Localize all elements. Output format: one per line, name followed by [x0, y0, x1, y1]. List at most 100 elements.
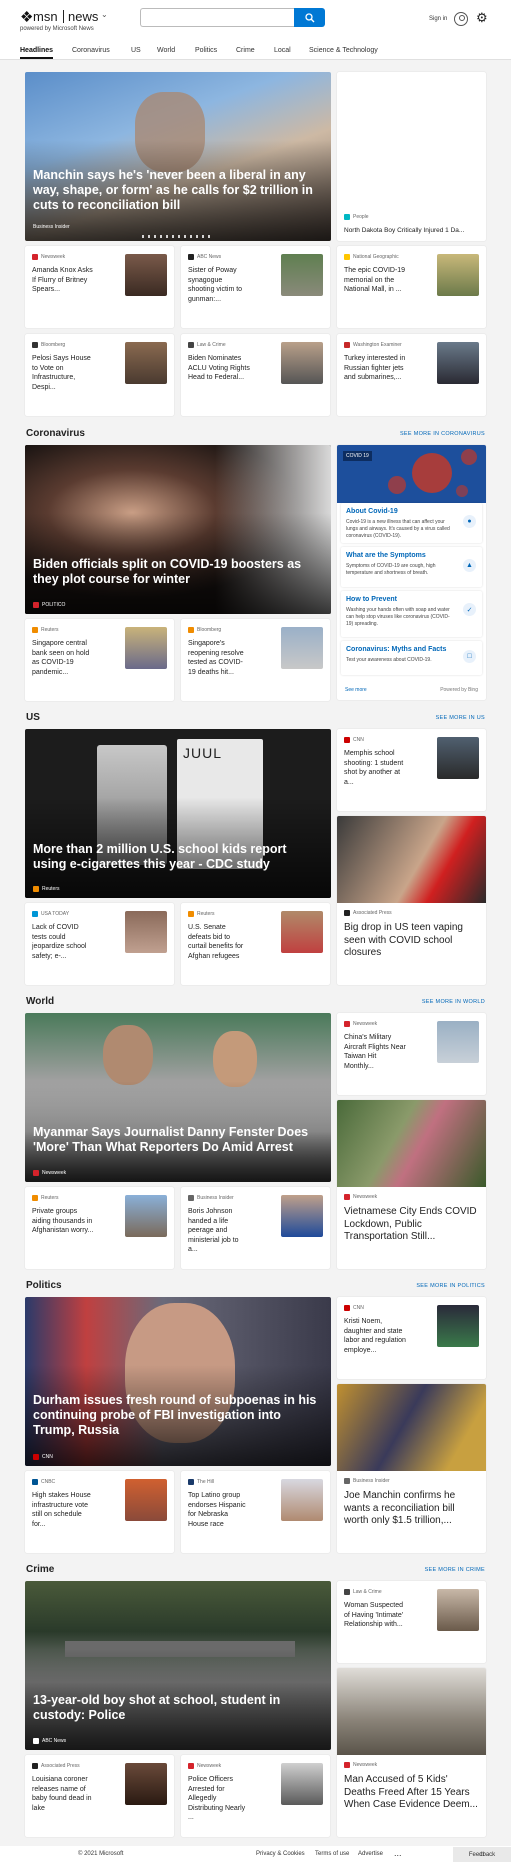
see-more-us-link[interactable]: SEE MORE IN US	[436, 715, 485, 721]
big-news-card[interactable]: Newsweek Vietnamese City Ends COVID Lock…	[337, 1100, 486, 1269]
tab-coronavirus[interactable]: Coronavirus	[72, 47, 110, 54]
business-insider-logo-icon	[188, 1195, 194, 1201]
more-options-icon[interactable]: ...	[394, 1848, 402, 1858]
card-source: Reuters	[41, 1195, 59, 1201]
politico-logo-icon	[33, 602, 39, 608]
hero-title[interactable]: Durham issues fresh round of subpoenas i…	[33, 1393, 321, 1438]
news-card[interactable]: Bloomberg Singapore's reopening resolve …	[181, 619, 330, 701]
privacy-link[interactable]: Privacy & Cookies	[256, 1851, 305, 1857]
see-more-politics-link[interactable]: SEE MORE IN POLITICS	[416, 1283, 485, 1289]
business-insider-logo-icon	[344, 1478, 350, 1484]
news-card[interactable]: Newsweek China's Military Aircraft Fligh…	[337, 1013, 486, 1095]
newsweek-logo-icon	[188, 1763, 194, 1769]
news-card[interactable]: Reuters Singapore central bank seen on h…	[25, 619, 174, 701]
covid-item-myths[interactable]: Coronavirus: Myths and Facts Test your a…	[341, 641, 482, 675]
card-title: Singapore's reopening resolve tested as …	[188, 640, 244, 676]
tab-science-technology[interactable]: Science & Technology	[309, 47, 378, 54]
card-source: Associated Press	[353, 910, 392, 916]
tab-us[interactable]: US	[131, 47, 141, 54]
hero-source-label: Reuters	[42, 886, 60, 892]
card-image	[337, 1668, 486, 1755]
feedback-button[interactable]: □ Feedback	[453, 1847, 511, 1862]
info-icon: ●	[463, 515, 476, 528]
news-card[interactable]: ABC News Sister of Poway synagogue shoot…	[181, 246, 330, 328]
big-news-card[interactable]: Business Insider Joe Manchin confirms he…	[337, 1384, 486, 1553]
hero-person-shape	[213, 1031, 257, 1087]
news-card[interactable]: CNN Kristi Noem, daughter and state labo…	[337, 1297, 486, 1379]
news-card[interactable]: CNN Memphis school shooting: 1 student s…	[337, 729, 486, 811]
coronavirus-hero[interactable]: Biden officials split on COVID-19 booste…	[25, 445, 331, 614]
us-hero[interactable]: JUUL More than 2 million U.S. school kid…	[25, 729, 331, 898]
section-title-world[interactable]: World	[26, 996, 54, 1007]
news-card[interactable]: CNBC High stakes House infrastructure vo…	[25, 1471, 174, 1553]
world-hero[interactable]: Myanmar Says Journalist Danny Fenster Do…	[25, 1013, 331, 1182]
news-card[interactable]: Reuters Private groups aiding thousands …	[25, 1187, 174, 1269]
covid-see-more-link[interactable]: See more	[345, 687, 367, 693]
advertise-link[interactable]: Advertise	[358, 1851, 383, 1857]
card-thumbnail	[125, 1195, 167, 1237]
news-card[interactable]: Newsweek Amanda Knox Asks If Flurry of B…	[25, 246, 174, 328]
card-thumbnail	[281, 1479, 323, 1521]
covid-item-about[interactable]: About Covid-19 Covid-19 is a new illness…	[341, 503, 482, 543]
sign-in-link[interactable]: Sign in	[429, 16, 447, 22]
tab-crime[interactable]: Crime	[236, 47, 255, 54]
news-card[interactable]: National Geographic The epic COVID-19 me…	[337, 246, 486, 328]
gear-icon[interactable]: ⚙	[476, 11, 488, 24]
hero-title[interactable]: More than 2 million U.S. school kids rep…	[33, 842, 321, 872]
news-card[interactable]: Business Insider Boris Johnson handed a …	[181, 1187, 330, 1269]
tab-headlines[interactable]: Headlines	[20, 47, 54, 59]
carousel-dots[interactable]	[142, 235, 214, 238]
politics-hero[interactable]: Durham issues fresh round of subpoenas i…	[25, 1297, 331, 1466]
avatar-icon[interactable]	[454, 12, 468, 26]
section-title-us[interactable]: US	[26, 712, 40, 723]
hero-source: POLITICO	[33, 602, 65, 608]
card-title: Kristi Noem, daughter and state labor an…	[344, 1318, 406, 1354]
natgeo-logo-icon	[344, 254, 350, 260]
tab-politics[interactable]: Politics	[195, 47, 217, 54]
bloomberg-logo-icon	[32, 342, 38, 348]
section-title-crime[interactable]: Crime	[26, 1564, 54, 1575]
tab-local[interactable]: Local	[274, 47, 291, 54]
news-card[interactable]: Associated Press Louisiana coroner relea…	[25, 1755, 174, 1837]
hero-title[interactable]: Myanmar Says Journalist Danny Fenster Do…	[33, 1125, 321, 1155]
card-title: Boris Johnson handed a life peerage and …	[188, 1208, 239, 1253]
news-card[interactable]: Law & Crime Woman Suspected of Having 'I…	[337, 1581, 486, 1663]
hero-title[interactable]: Biden officials split on COVID-19 booste…	[33, 557, 321, 587]
news-card[interactable]: Reuters U.S. Senate defeats bid to curta…	[181, 903, 330, 985]
section-title-politics[interactable]: Politics	[26, 1280, 62, 1291]
hero-title[interactable]: 13-year-old boy shot at school, student …	[33, 1693, 321, 1723]
tab-world[interactable]: World	[157, 47, 175, 54]
covid-item-prevent[interactable]: How to Prevent Washing your hands often …	[341, 591, 482, 637]
terms-link[interactable]: Terms of use	[315, 1851, 349, 1857]
card-thumbnail	[437, 254, 479, 296]
card-thumbnail	[125, 911, 167, 953]
news-card[interactable]: Bloomberg Pelosi Says House to Vote on I…	[25, 334, 174, 416]
news-card[interactable]: USA TODAY Lack of COVID tests could jeop…	[25, 903, 174, 985]
headline-side-card[interactable]: People North Dakota Boy Critically Injur…	[337, 72, 486, 241]
news-card[interactable]: Washington Examiner Turkey interested in…	[337, 334, 486, 416]
see-more-crime-link[interactable]: SEE MORE IN CRIME	[425, 1567, 485, 1573]
search-button[interactable]	[294, 8, 325, 27]
hero-title[interactable]: Manchin says he's 'never been a liberal …	[33, 168, 321, 213]
crime-hero[interactable]: 13-year-old boy shot at school, student …	[25, 1581, 331, 1750]
big-news-card[interactable]: Newsweek Man Accused of 5 Kids' Deaths F…	[337, 1668, 486, 1837]
msn-news-logo[interactable]: ❖ msn news ⌄ powered by Microsoft News	[20, 9, 108, 37]
section-title-coronavirus[interactable]: Coronavirus	[26, 428, 85, 439]
news-card[interactable]: The Hill Top Latino group endorses Hispa…	[181, 1471, 330, 1553]
search-input[interactable]	[141, 10, 294, 28]
covid-banner: COVID 19	[337, 445, 486, 503]
card-title: U.S. Senate defeats bid to curtail benef…	[188, 924, 244, 960]
card-thumbnail	[437, 1021, 479, 1063]
see-more-world-link[interactable]: SEE MORE IN WORLD	[422, 999, 485, 1005]
news-card[interactable]: Newsweek Police Officers Arrested for Al…	[181, 1755, 330, 1837]
reuters-logo-icon	[32, 1195, 38, 1201]
big-news-card[interactable]: Associated Press Big drop in US teen vap…	[337, 816, 486, 985]
hero-source-label: CNN	[42, 1454, 53, 1460]
chevron-down-icon[interactable]: ⌄	[101, 10, 108, 19]
news-card[interactable]: Law & Crime Biden Nominates ACLU Voting …	[181, 334, 330, 416]
see-more-coronavirus-link[interactable]: SEE MORE IN CORONAVIRUS	[400, 431, 485, 437]
covid-item-symptoms[interactable]: What are the Symptoms Symptoms of COVID-…	[341, 547, 482, 587]
headline-hero[interactable]: Manchin says he's 'never been a liberal …	[25, 72, 331, 241]
card-source: Bloomberg	[41, 342, 66, 348]
covid-item-heading: Coronavirus: Myths and Facts	[346, 646, 447, 653]
